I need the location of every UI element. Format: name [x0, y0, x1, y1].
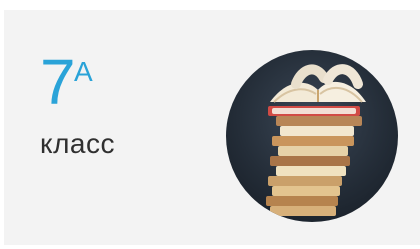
grade-letter: А [74, 56, 93, 87]
class-label: класс [40, 128, 115, 159]
class-grade: 7 А [40, 50, 93, 114]
class-card[interactable]: 7 А класс [4, 10, 420, 245]
grade-number: 7 [40, 46, 76, 118]
book-stack [266, 64, 366, 216]
stack-of-books-icon [226, 50, 398, 222]
